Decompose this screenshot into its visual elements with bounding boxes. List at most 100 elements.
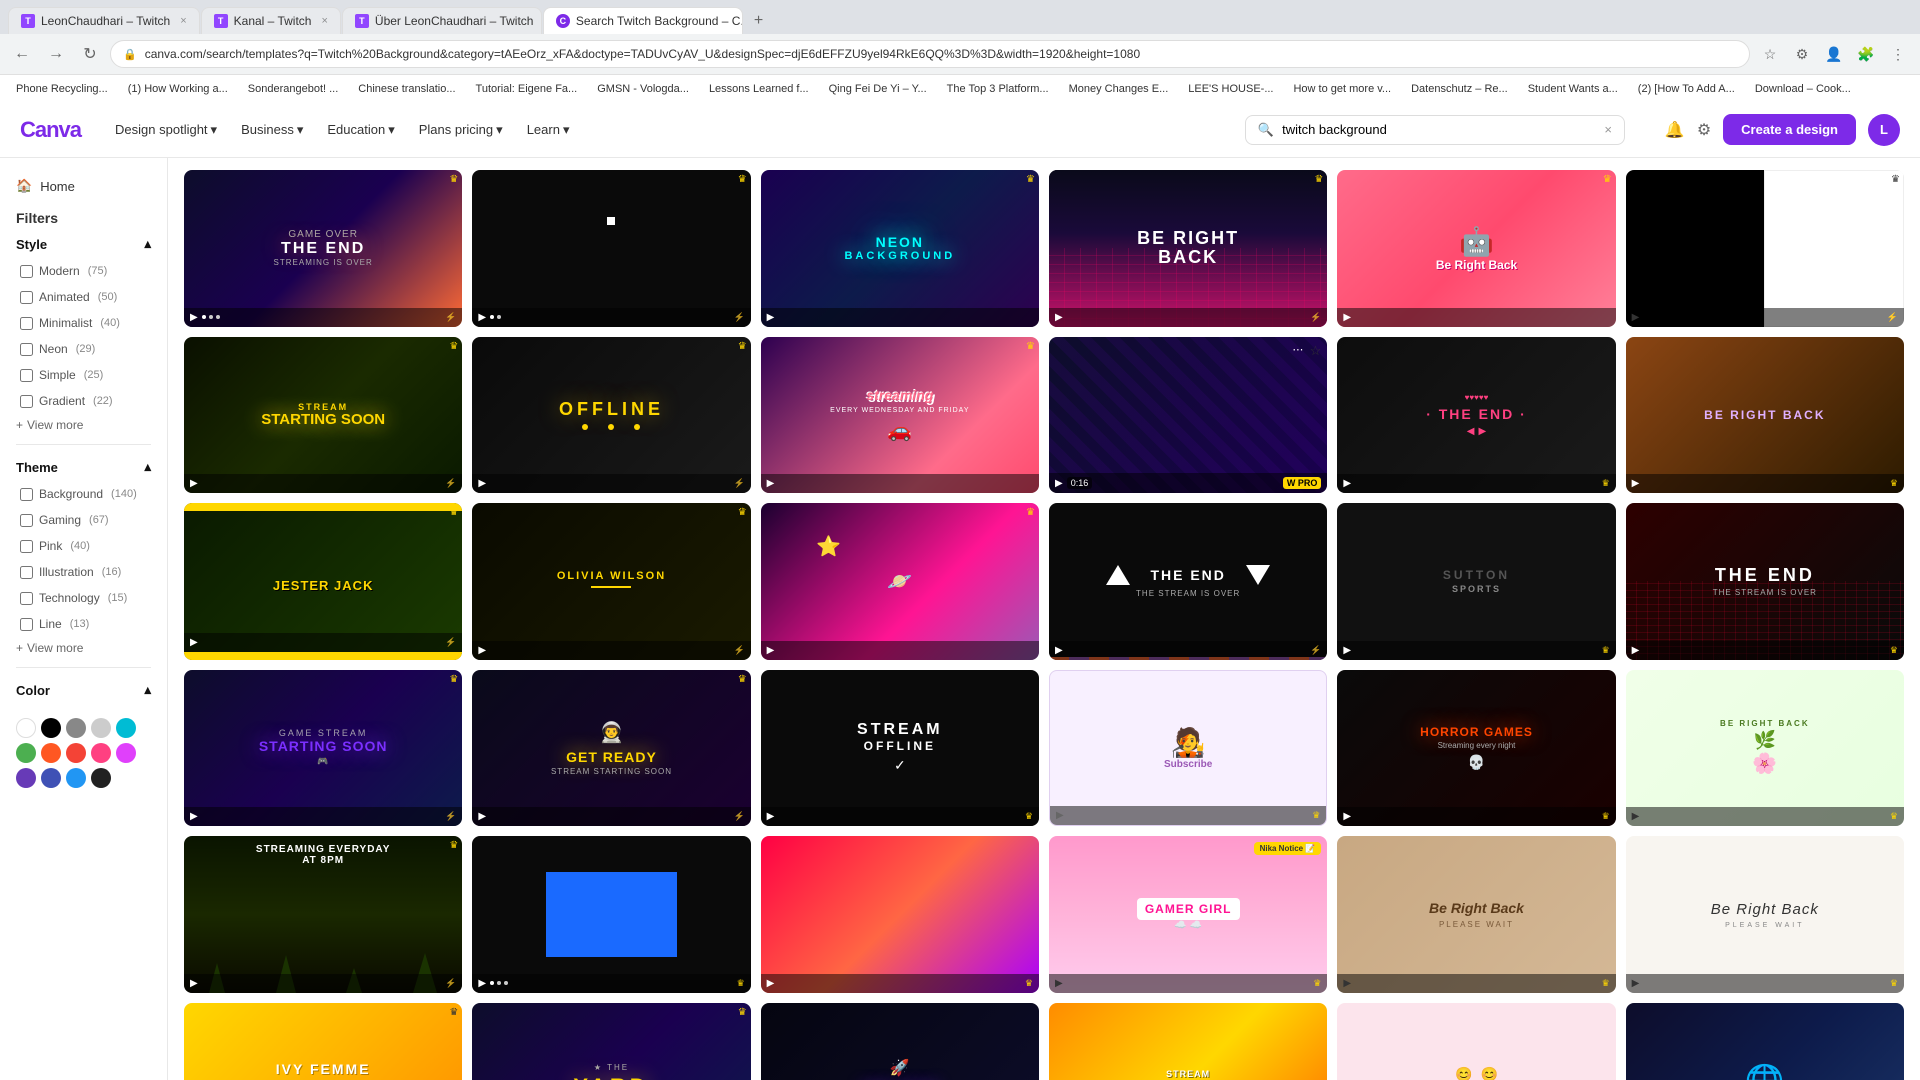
theme-pink[interactable]: Pink (40): [4, 533, 163, 559]
bookmark-14[interactable]: Student Wants a...: [1520, 81, 1626, 97]
style-gradient[interactable]: Gradient (22): [4, 388, 163, 414]
theme-technology[interactable]: Technology (15): [4, 585, 163, 611]
template-card-15[interactable]: 🪐 ⭐ ▶ ♛: [761, 503, 1039, 660]
template-card-24[interactable]: BE RIGHT BACK 🌿 🌸 ▶ ♛: [1626, 670, 1904, 827]
bookmark-10[interactable]: Money Changes E...: [1061, 81, 1177, 97]
more-options-icon[interactable]: ⋮: [1884, 40, 1912, 68]
bookmark-3[interactable]: Sonderangebot! ...: [240, 81, 347, 97]
theme-line[interactable]: Line (13): [4, 611, 163, 637]
create-design-button[interactable]: Create a design: [1723, 114, 1856, 145]
template-card-33[interactable]: 🚀 GAME STREAM STARTING SOON ▶ ♛: [761, 1003, 1039, 1080]
theme-pink-checkbox[interactable]: [20, 540, 33, 553]
style-neon[interactable]: Neon (29): [4, 336, 163, 362]
color-swatch-cyan[interactable]: [116, 718, 136, 738]
style-gradient-checkbox[interactable]: [20, 395, 33, 408]
template-card-23[interactable]: HORROR GAMES Streaming every night 💀 ▶ ♛: [1337, 670, 1615, 827]
template-card-19[interactable]: GAME STREAM STARTING SOON 🎮 ▶ ⚡ ♛: [184, 670, 462, 827]
template-card-13[interactable]: JESTER JACK ▶ ⚡ ♛: [184, 503, 462, 660]
template-card-8[interactable]: OFFLINE ▶ ⚡ ♛: [472, 337, 750, 494]
theme-technology-checkbox[interactable]: [20, 592, 33, 605]
bookmark-2[interactable]: (1) How Working a...: [120, 81, 236, 97]
url-bar[interactable]: 🔒 canva.com/search/templates?q=Twitch%20…: [110, 40, 1750, 68]
color-swatch-green[interactable]: [16, 743, 36, 763]
color-swatch-lightgray[interactable]: [91, 718, 111, 738]
style-see-more[interactable]: + View more: [0, 414, 167, 436]
bookmark-16[interactable]: Download – Cook...: [1747, 81, 1859, 97]
canva-logo[interactable]: Canva: [20, 117, 81, 143]
theme-gaming-checkbox[interactable]: [20, 514, 33, 527]
color-swatch-black[interactable]: [41, 718, 61, 738]
color-swatch-darkest[interactable]: [91, 768, 111, 788]
template-card-30[interactable]: Be Right Back PLEASE WAIT ▶ ♛: [1626, 836, 1904, 993]
template-card-12[interactable]: BE RIGHT BACK ▶ ♛: [1626, 337, 1904, 494]
style-simple[interactable]: Simple (25): [4, 362, 163, 388]
tab-1[interactable]: T LeonChaudhari – Twitch ×: [8, 7, 200, 34]
style-animated-checkbox[interactable]: [20, 291, 33, 304]
template-card-29[interactable]: Be Right Back PLEASE WAIT ▶ ♛: [1337, 836, 1615, 993]
new-tab-button[interactable]: +: [744, 8, 773, 34]
color-swatch-purple-light[interactable]: [116, 743, 136, 763]
bookmark-8[interactable]: Qing Fei De Yi – Y...: [821, 81, 935, 97]
bookmark-9[interactable]: The Top 3 Platform...: [939, 81, 1057, 97]
style-modern-checkbox[interactable]: [20, 265, 33, 278]
template-card-7[interactable]: STREAM STARTING SOON ▶ ⚡ ♛: [184, 337, 462, 494]
style-animated[interactable]: Animated (50): [4, 284, 163, 310]
color-swatch-indigo[interactable]: [41, 768, 61, 788]
theme-line-checkbox[interactable]: [20, 618, 33, 631]
style-neon-checkbox[interactable]: [20, 343, 33, 356]
color-swatch-blue[interactable]: [66, 768, 86, 788]
template-card-9[interactable]: streaming EVERY WEDNESDAY AND FRIDAY 🚗 ▶…: [761, 337, 1039, 494]
theme-section-title[interactable]: Theme ▴: [0, 453, 167, 481]
template-card-1[interactable]: GAME OVER THE END STREAMING IS OVER ▶ ⚡ …: [184, 170, 462, 327]
bookmark-6[interactable]: GMSN - Vologda...: [589, 81, 697, 97]
theme-gaming[interactable]: Gaming (67): [4, 507, 163, 533]
theme-illustration-checkbox[interactable]: [20, 566, 33, 579]
color-swatch-orange[interactable]: [41, 743, 61, 763]
nav-education[interactable]: Education ▾: [317, 116, 404, 144]
extensions-icon[interactable]: 🧩: [1852, 40, 1880, 68]
template-card-2[interactable]: ▶ ⚡ ♛: [472, 170, 750, 327]
color-swatch-red[interactable]: [66, 743, 86, 763]
home-button[interactable]: 🏠 Home: [0, 170, 167, 202]
bell-icon[interactable]: 🔔: [1665, 120, 1685, 140]
template-card-34[interactable]: STREAM STARTING SOON ▶ ♛: [1049, 1003, 1327, 1080]
nav-learn[interactable]: Learn ▾: [517, 116, 580, 144]
template-card-21[interactable]: STREAM OFFLINE ✓ ▶ ♛: [761, 670, 1039, 827]
bookmark-1[interactable]: Phone Recycling...: [8, 81, 116, 97]
template-card-35[interactable]: 😊 😊 ▲ BE RIGHT BACK ▼ ▶ ♛: [1337, 1003, 1615, 1080]
template-card-28[interactable]: Nika Notice 📝 GAMER GIRL ☁️ ☁️ ▶ ♛: [1049, 836, 1327, 993]
template-card-5[interactable]: 🤖 Be Right Back ▶ ♛: [1337, 170, 1615, 327]
template-card-32[interactable]: ★ THE YARD ▶ ⚡ ♛: [472, 1003, 750, 1080]
template-card-26[interactable]: ▶ ♛: [472, 836, 750, 993]
tab-4[interactable]: C Search Twitch Background – C... ×: [543, 7, 743, 34]
template-card-16[interactable]: THE END THE STREAM IS OVER ▶ ⚡: [1049, 503, 1327, 660]
template-card-3[interactable]: NEON BACKGROUND ▶ ♛: [761, 170, 1039, 327]
bookmark-5[interactable]: Tutorial: Eigene Fa...: [468, 81, 586, 97]
tab-close-2[interactable]: ×: [321, 15, 327, 27]
search-input[interactable]: [1282, 122, 1596, 137]
settings-icon[interactable]: ⚙: [1788, 40, 1816, 68]
template-card-17[interactable]: SUTTON SPORTS ▶ ♛: [1337, 503, 1615, 660]
color-swatch-purple-dark[interactable]: [16, 768, 36, 788]
theme-background-checkbox[interactable]: [20, 488, 33, 501]
bookmark-7[interactable]: Lessons Learned f...: [701, 81, 817, 97]
style-simple-checkbox[interactable]: [20, 369, 33, 382]
nav-business[interactable]: Business ▾: [231, 116, 313, 144]
template-card-20[interactable]: 👨‍🚀 GET READY STREAM STARTING SOON ▶ ⚡ ♛: [472, 670, 750, 827]
tab-3[interactable]: T Über LeonChaudhari – Twitch ×: [342, 7, 542, 34]
bookmark-15[interactable]: (2) [How To Add A...: [1630, 81, 1743, 97]
color-section-title[interactable]: Color ▴: [0, 676, 167, 704]
template-card-18[interactable]: THE END THE STREAM IS OVER ▶ ♛: [1626, 503, 1904, 660]
color-swatch-white[interactable]: [16, 718, 36, 738]
bookmark-11[interactable]: LEE'S HOUSE-...: [1180, 81, 1281, 97]
back-button[interactable]: ←: [8, 40, 36, 68]
template-card-36[interactable]: 🌐 ▶ ♛: [1626, 1003, 1904, 1080]
bookmark-4[interactable]: Chinese translatio...: [350, 81, 463, 97]
template-card-22[interactable]: 🧑‍🎤 Subscribe ▶ ♛: [1049, 670, 1327, 827]
style-modern[interactable]: Modern (75): [4, 258, 163, 284]
bookmark-12[interactable]: How to get more v...: [1285, 81, 1399, 97]
template-card-4[interactable]: BE RIGHT BACK ▶ ⚡ ♛: [1049, 170, 1327, 327]
template-card-25[interactable]: STREAMING EVERYDAYAT 8PM ▶ ⚡ ♛: [184, 836, 462, 993]
theme-illustration[interactable]: Illustration (16): [4, 559, 163, 585]
theme-background[interactable]: Background (140): [4, 481, 163, 507]
